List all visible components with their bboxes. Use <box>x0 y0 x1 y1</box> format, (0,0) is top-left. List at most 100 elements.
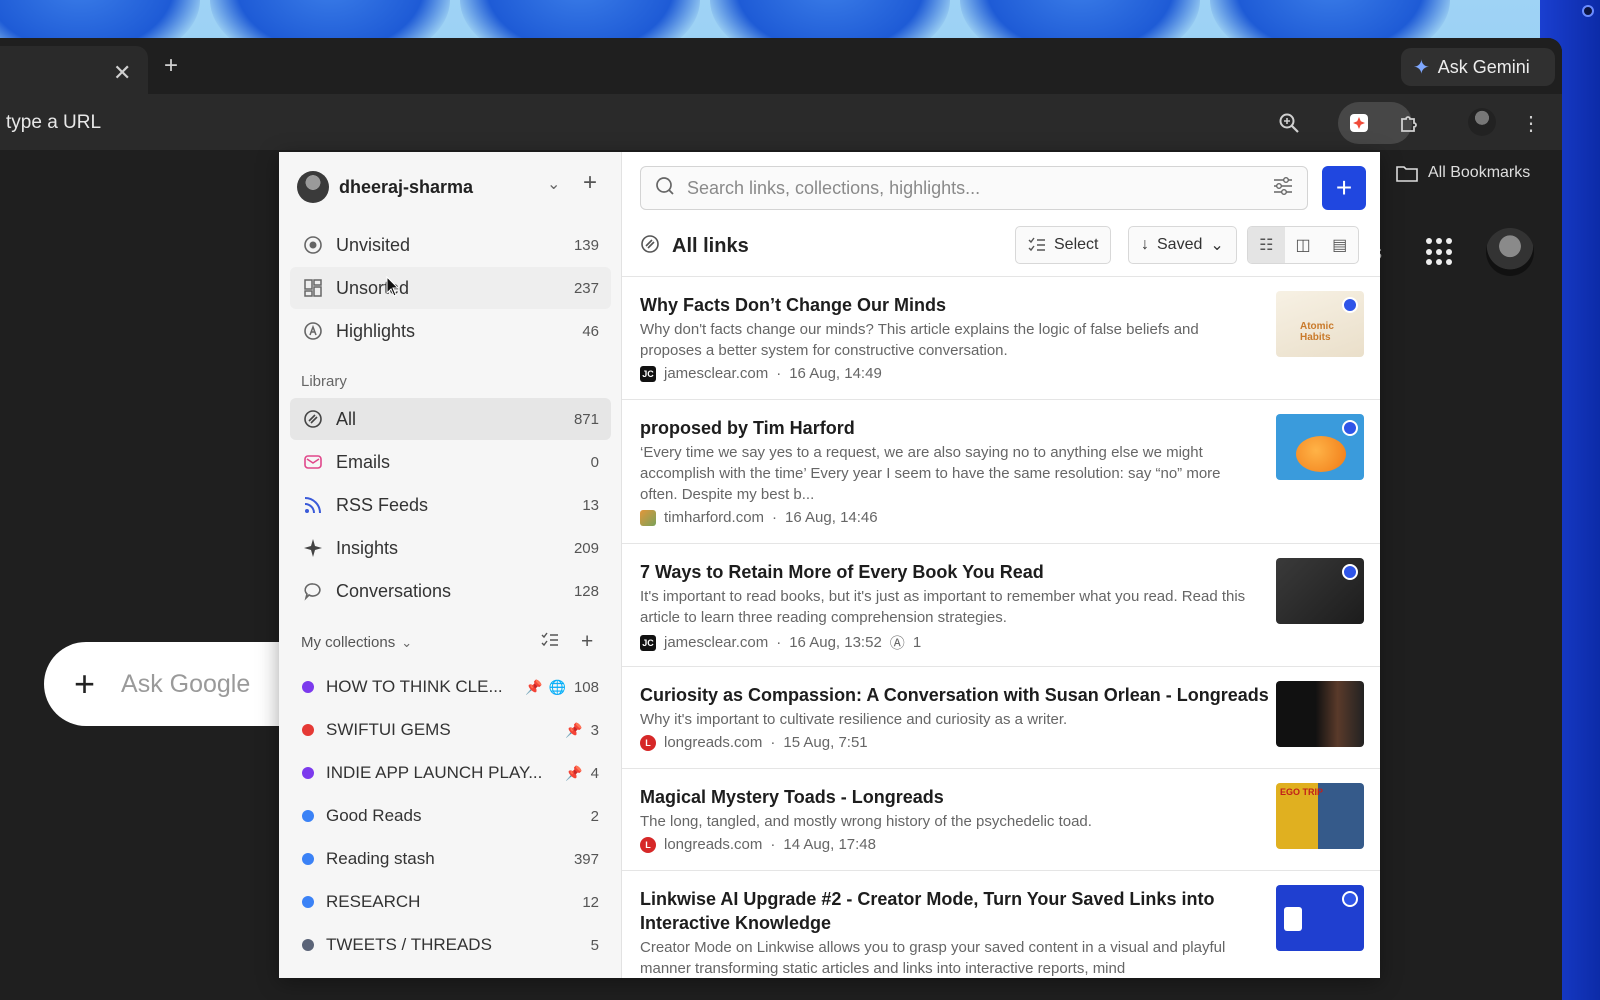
link-meta: timharford.com · 16 Aug, 14:46 <box>640 509 878 526</box>
link-item[interactable]: 7 Ways to Retain More of Every Book You … <box>622 543 1380 666</box>
link-date: 16 Aug, 14:46 <box>785 509 878 526</box>
link-title[interactable]: Curiosity as Compassion: A Conversation … <box>640 683 1270 707</box>
add-collection-icon[interactable]: + <box>581 630 593 654</box>
collection-count: 108 <box>573 678 599 696</box>
search-box[interactable] <box>640 166 1308 210</box>
address-bar[interactable]: type a URL <box>6 112 101 134</box>
link-item[interactable]: Why Facts Don’t Change Our Minds Why don… <box>622 276 1380 399</box>
separator: · <box>772 509 778 526</box>
google-account-avatar[interactable] <box>1486 228 1534 276</box>
link-title[interactable]: Linkwise AI Upgrade #2 - Creator Mode, T… <box>640 887 1260 935</box>
highlight-icon: Ⓐ <box>889 635 905 652</box>
view-toggle: ☷ ◫ ▤ <box>1247 226 1359 264</box>
zoom-icon[interactable] <box>1274 108 1304 138</box>
collection-item[interactable]: Good Reads 2 <box>290 795 611 837</box>
thumbnail-text: Atomic Habits <box>1300 321 1334 343</box>
sidebar-item-rss-feeds[interactable]: RSS Feeds 13 <box>290 484 611 526</box>
library-section-label: Library <box>301 373 347 390</box>
collection-count: 4 <box>590 764 599 782</box>
link-title[interactable]: Why Facts Don’t Change Our Minds <box>640 293 1260 317</box>
page-title: All links <box>672 234 749 257</box>
nav-count: 871 <box>573 410 599 428</box>
all-bookmarks-label: All Bookmarks <box>1428 164 1531 181</box>
google-apps-icon[interactable] <box>1426 238 1454 266</box>
collections-label[interactable]: My collections <box>301 634 395 651</box>
linkwise-extension-icon[interactable] <box>1344 108 1374 138</box>
sidebar-item-all[interactable]: All 871 <box>290 398 611 440</box>
nav-count: 13 <box>582 496 599 514</box>
highlights-icon <box>302 320 324 342</box>
link-domain: longreads.com <box>664 734 763 751</box>
close-tab-icon[interactable]: ✕ <box>113 60 131 86</box>
chevron-down-icon[interactable]: ⌄ <box>401 635 412 651</box>
sidebar-item-emails[interactable]: Emails 0 <box>290 441 611 483</box>
link-thumbnail: EGO TRIP <box>1276 783 1364 849</box>
tab-active[interactable]: ✕ <box>0 46 148 94</box>
filter-sliders-icon[interactable] <box>1273 176 1293 200</box>
all-bookmarks-button[interactable]: All Bookmarks <box>1396 164 1530 182</box>
link-item[interactable]: Magical Mystery Toads - Longreads The lo… <box>622 768 1380 870</box>
collection-label: Good Reads <box>326 806 422 825</box>
collection-color-dot <box>302 896 314 908</box>
ask-gemini-button[interactable]: ✦ Ask Gemini <box>1401 48 1555 86</box>
grid-view-icon[interactable]: ◫ <box>1285 227 1322 263</box>
rss-icon <box>302 494 324 516</box>
collection-label: INDIE APP LAUNCH PLAY... <box>326 763 543 782</box>
link-item[interactable]: proposed by Tim Harford ‘Every time we s… <box>622 399 1380 543</box>
account-switcher[interactable]: dheeraj-sharma ⌄ + <box>297 169 607 204</box>
collection-color-dot <box>302 724 314 736</box>
link-item[interactable]: Curiosity as Compassion: A Conversation … <box>622 666 1380 768</box>
list-header: All links Select ↓ Saved ⌄ ☷ ◫ ▤ <box>640 226 1364 266</box>
highlight-count: 1 <box>912 634 922 651</box>
collection-item[interactable]: HOW TO THINK CLE... 📌 🌐 108 <box>290 666 611 708</box>
nav-label: RSS Feeds <box>336 494 429 515</box>
add-link-button[interactable]: + <box>1322 166 1366 210</box>
sidebar-item-conversations[interactable]: Conversations 128 <box>290 570 611 612</box>
select-button[interactable]: Select <box>1015 226 1112 264</box>
link-meta: L longreads.com · 15 Aug, 7:51 <box>640 734 868 751</box>
ask-google-label: Ask Google <box>121 669 251 698</box>
collection-item[interactable]: INDIE APP LAUNCH PLAY... 📌 4 <box>290 752 611 794</box>
nav-count: 139 <box>573 236 599 254</box>
puzzle-extensions-icon[interactable] <box>1394 108 1424 138</box>
separator: · <box>770 836 776 853</box>
link-item[interactable]: Linkwise AI Upgrade #2 - Creator Mode, T… <box>622 870 1380 978</box>
chevron-down-icon: ⌄ <box>1210 237 1224 254</box>
chevron-down-icon[interactable]: ⌄ <box>547 174 560 194</box>
unread-indicator <box>1342 564 1358 580</box>
collection-count: 12 <box>582 893 599 911</box>
list-view-icon[interactable]: ☷ <box>1248 227 1285 263</box>
search-input[interactable] <box>687 177 1273 199</box>
main-pane: + All links Select ↓ Saved ⌄ ☷ ◫ ▤ Why F… <box>622 152 1380 978</box>
add-account-icon[interactable]: + <box>583 169 597 197</box>
folder-icon <box>1396 166 1418 182</box>
collection-item[interactable]: RESEARCH 12 <box>290 881 611 923</box>
collection-count: 2 <box>590 807 599 825</box>
collection-item[interactable]: SWIFTUI GEMS 📌 3 <box>290 709 611 751</box>
kebab-menu-icon[interactable]: ⋮ <box>1516 108 1546 138</box>
sort-button[interactable]: ↓ Saved ⌄ <box>1128 226 1237 264</box>
link-date: 14 Aug, 17:48 <box>783 836 876 853</box>
collection-color-dot <box>302 853 314 865</box>
card-view-icon[interactable]: ▤ <box>1321 227 1358 263</box>
sidebar-item-insights[interactable]: Insights 209 <box>290 527 611 569</box>
collections-header: My collections ⌄ + <box>301 630 601 653</box>
link-title[interactable]: proposed by Tim Harford <box>640 416 1260 440</box>
collection-item[interactable]: Reading stash 397 <box>290 838 611 880</box>
new-tab-icon[interactable]: + <box>164 52 178 80</box>
link-title[interactable]: 7 Ways to Retain More of Every Book You … <box>640 560 1260 584</box>
favicon: JC <box>640 634 656 651</box>
chat-bubble-icon <box>302 580 324 602</box>
sidebar: dheeraj-sharma ⌄ + Unvisited 139 Unsorte… <box>279 152 622 978</box>
sidebar-item-unsorted[interactable]: Unsorted 237 <box>290 267 611 309</box>
plus-icon: + <box>74 663 96 704</box>
collection-color-dot <box>302 810 314 822</box>
nav-label: Unvisited <box>336 234 411 255</box>
checklist-icon[interactable] <box>541 632 559 653</box>
sidebar-item-highlights[interactable]: Highlights 46 <box>290 310 611 352</box>
profile-avatar[interactable] <box>1468 108 1496 136</box>
collection-item[interactable]: TWEETS / THREADS 5 <box>290 924 611 966</box>
link-title[interactable]: Magical Mystery Toads - Longreads <box>640 785 1260 809</box>
unread-indicator <box>1342 891 1358 907</box>
sidebar-item-unvisited[interactable]: Unvisited 139 <box>290 224 611 266</box>
